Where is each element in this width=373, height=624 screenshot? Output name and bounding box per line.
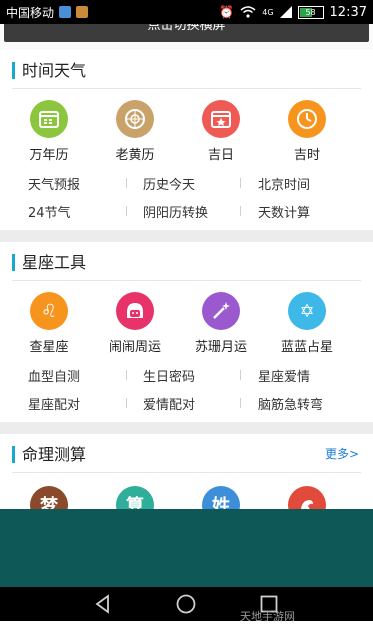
tool-lucky-day[interactable]: 吉日	[178, 100, 264, 163]
back-icon[interactable]	[92, 593, 114, 615]
watermark: 天地手游网	[240, 610, 295, 623]
overlay-panel	[0, 509, 373, 587]
tool-label: 万年历	[29, 148, 69, 163]
section-accent-bar	[12, 446, 15, 463]
notification-icon	[76, 6, 89, 18]
signal-icon	[279, 6, 292, 18]
tool-label: 吉日	[207, 148, 234, 163]
divider	[126, 398, 127, 408]
link-brain-teaser[interactable]: 脑筋急转弯	[258, 394, 323, 413]
link-history-today[interactable]: 历史今天	[143, 174, 195, 193]
magic-wand-icon	[202, 292, 240, 330]
tool-zodiac-animal[interactable]	[264, 486, 350, 509]
tool-susan-monthly[interactable]: 苏珊月运	[178, 292, 264, 355]
notification-icon	[59, 6, 72, 18]
tool-label: 蓝蓝占星	[280, 340, 333, 355]
section-title: 星座工具	[22, 253, 87, 272]
icon-char: 姓	[212, 496, 230, 509]
link-calendar-convert[interactable]: 阴阳历转换	[143, 202, 208, 221]
battery-percent: 58	[305, 7, 316, 17]
status-bar: 中国移动 ⏰ 4G 58 12:37	[0, 0, 373, 24]
tool-old-almanac[interactable]: 老黄历	[92, 100, 178, 163]
star-of-david-icon: ✡	[288, 292, 326, 330]
tool-naonao-weekly[interactable]: 闹闹周运	[92, 292, 178, 355]
carrier-name: 中国移动	[6, 5, 55, 20]
orientation-toggle-button[interactable]: 点击切换横屏	[4, 24, 369, 42]
tool-surname[interactable]: 姓	[178, 486, 264, 509]
tool-check-constellation[interactable]: ♌ 查星座	[6, 292, 92, 355]
link-beijing-time[interactable]: 北京时间	[258, 174, 310, 193]
section-header: 时间天气	[12, 50, 361, 89]
calculate-icon: 算	[116, 486, 154, 509]
clock-time: 12:37	[329, 4, 367, 20]
navigation-bar	[0, 587, 373, 621]
link-blood-type-test[interactable]: 血型自测	[28, 366, 80, 385]
section-title: 时间天气	[22, 61, 87, 80]
surname-icon: 姓	[202, 486, 240, 509]
divider	[240, 206, 241, 216]
orientation-toggle-label: 点击切换横屏	[147, 24, 226, 33]
section-accent-bar	[12, 62, 15, 79]
divider	[126, 370, 127, 380]
link-love-match[interactable]: 爱情配对	[143, 394, 195, 413]
dream-icon: 梦	[30, 486, 68, 509]
clock-icon	[288, 100, 326, 138]
home-icon[interactable]	[175, 593, 197, 615]
section-gap	[0, 230, 373, 242]
zodiac-animal-icon	[288, 486, 326, 509]
alarm-icon: ⏰	[219, 5, 235, 19]
wifi-icon	[240, 6, 256, 18]
girl-face-icon	[116, 292, 154, 330]
icon-char: 梦	[40, 496, 58, 509]
section-header: 星座工具	[12, 242, 361, 281]
section-header: 命理测算 更多>	[12, 434, 361, 473]
tool-label: 吉时	[293, 148, 320, 163]
calendar-icon	[30, 100, 68, 138]
tool-perpetual-calendar[interactable]: 万年历	[6, 100, 92, 163]
more-link[interactable]: 更多>	[325, 445, 359, 462]
link-day-count[interactable]: 天数计算	[258, 202, 310, 221]
tool-label: 老黄历	[115, 148, 155, 163]
divider	[240, 178, 241, 188]
tool-label: 查星座	[29, 340, 69, 355]
divider	[126, 206, 127, 216]
tool-label: 苏珊月运	[194, 340, 247, 355]
section-accent-bar	[12, 254, 15, 271]
link-constellation-match[interactable]: 星座配对	[28, 394, 80, 413]
divider	[126, 178, 127, 188]
link-solar-terms[interactable]: 24节气	[28, 202, 71, 221]
orientation-banner: 点击切换横屏	[0, 24, 373, 50]
link-birthday-code[interactable]: 生日密码	[143, 366, 195, 385]
section-time-weather: 时间天气 万年历 老黄历 吉日 吉时 天气预报 历史今天 北京时间 24节气 阴…	[0, 50, 373, 230]
icon-char: 算	[126, 496, 144, 509]
network-type: 4G	[262, 7, 274, 17]
compass-icon	[116, 100, 154, 138]
section-fortune: 命理测算 更多> 梦 算 姓	[0, 434, 373, 509]
tool-lucky-hour[interactable]: 吉时	[264, 100, 350, 163]
tool-lanlan-astrology[interactable]: ✡ 蓝蓝占星	[264, 292, 350, 355]
battery-icon: 58	[297, 5, 324, 19]
tool-calculate[interactable]: 算	[92, 486, 178, 509]
leo-icon: ♌	[30, 292, 68, 330]
tool-label: 闹闹周运	[108, 340, 161, 355]
link-weather-forecast[interactable]: 天气预报	[28, 174, 80, 193]
section-title: 命理测算	[22, 445, 87, 464]
lucky-calendar-icon	[202, 100, 240, 138]
section-constellation-tools: 星座工具 ♌ 查星座 闹闹周运 苏珊月运 ✡ 蓝蓝占星 血型自测 生日密码 星座…	[0, 242, 373, 422]
link-constellation-love[interactable]: 星座爱情	[258, 366, 310, 385]
tool-dream-interpretation[interactable]: 梦	[6, 486, 92, 509]
divider	[240, 370, 241, 380]
divider	[240, 398, 241, 408]
section-gap	[0, 422, 373, 434]
